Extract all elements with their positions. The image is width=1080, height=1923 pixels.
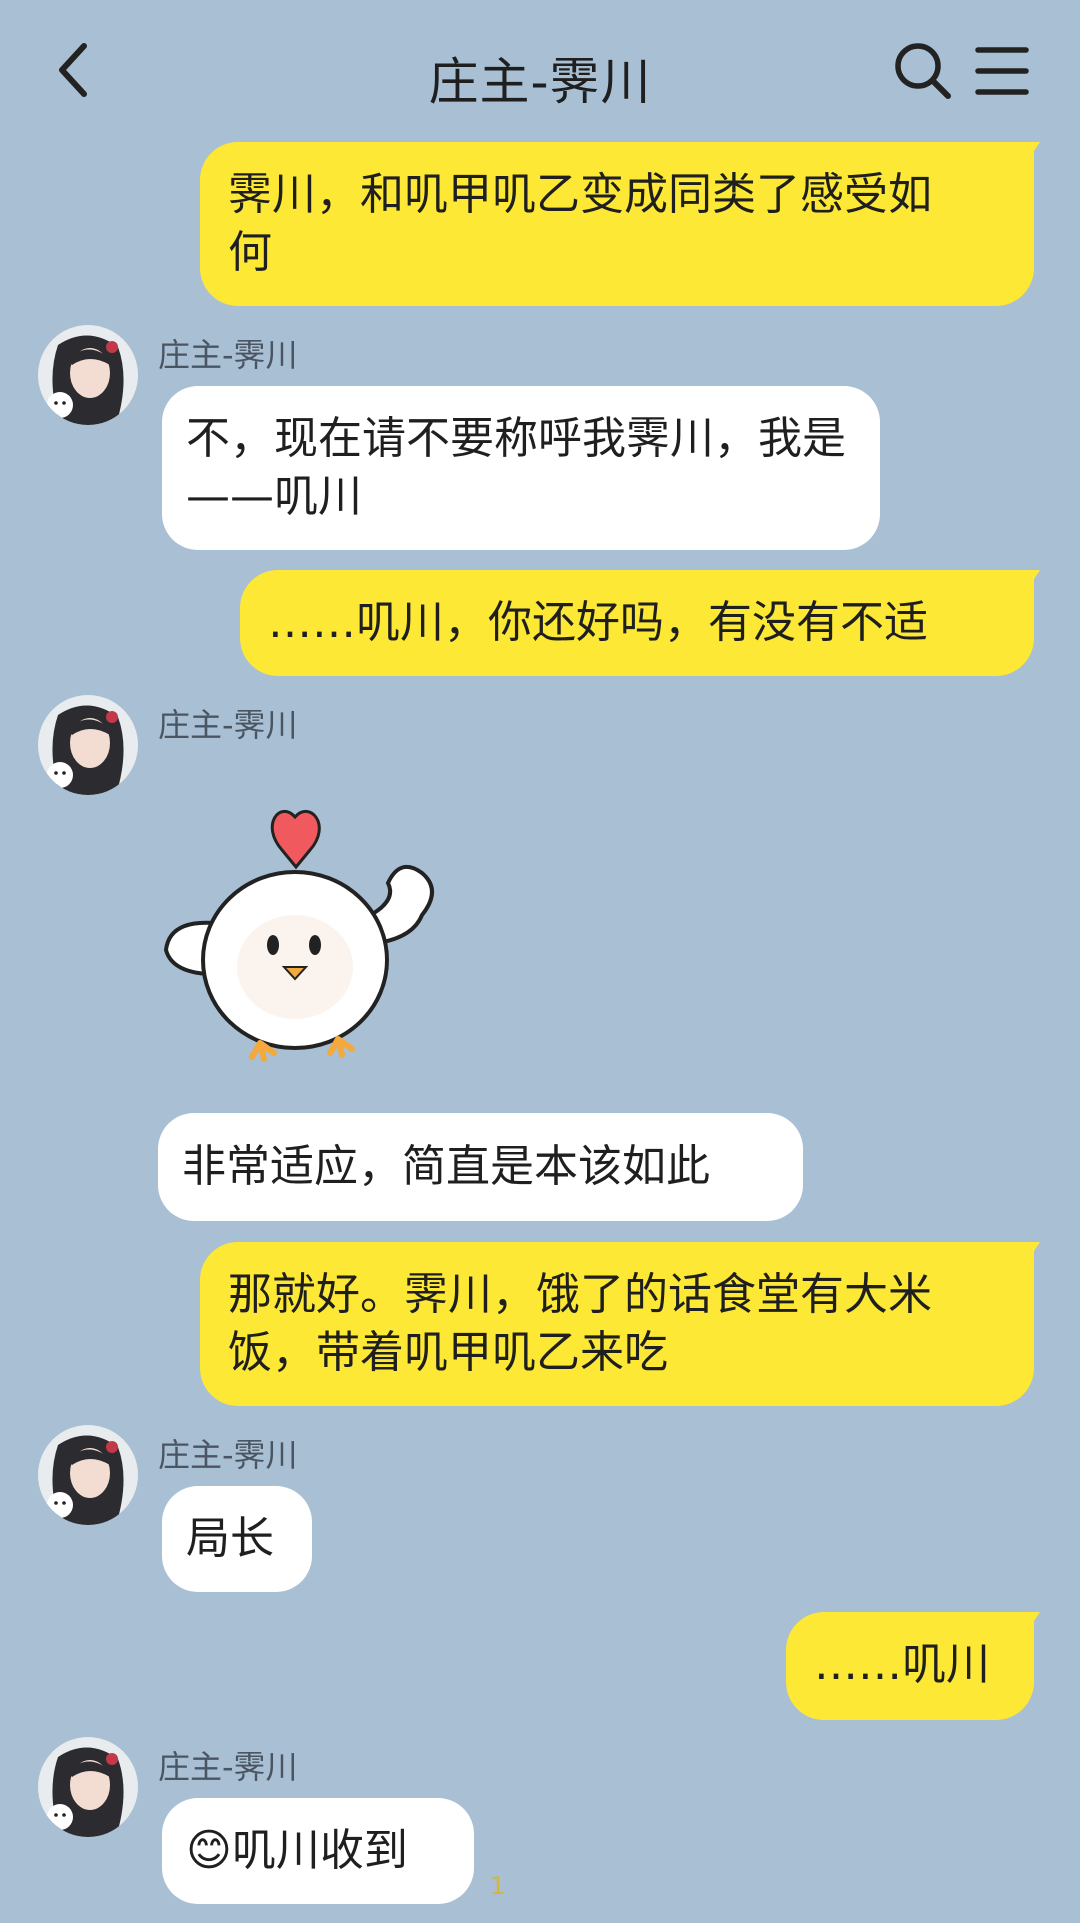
my-message-bubble[interactable]: ……叽川 <box>786 1612 1034 1720</box>
contact-avatar[interactable] <box>38 325 138 425</box>
chat-header: 庄主-霁川 <box>0 0 1080 140</box>
my-message-bubble[interactable]: 那就好。霁川，饿了的话食堂有大米饭，带着叽甲叽乙来吃 <box>200 1242 1034 1406</box>
message-text: ……叽川 <box>814 1639 990 1690</box>
message-text: 局长 <box>186 1513 274 1564</box>
contact-avatar[interactable] <box>38 1737 138 1837</box>
message-text: 霁川，和叽甲叽乙变成同类了感受如何 <box>228 169 932 278</box>
sender-name: 庄主-霁川 <box>158 706 298 744</box>
their-message-bubble[interactable]: 😊叽川收到 <box>162 1798 474 1904</box>
message-text: 非常适应，简直是本该如此 <box>182 1141 710 1192</box>
menu-icon <box>975 47 1029 95</box>
search-icon <box>895 43 951 99</box>
contact-avatar[interactable] <box>38 1425 138 1525</box>
sender-name: 庄主-霁川 <box>158 1748 298 1786</box>
message-text: 那就好。霁川，饿了的话食堂有大米饭，带着叽甲叽乙来吃 <box>228 1269 932 1378</box>
message-text: 不，现在请不要称呼我霁川，我是——叽川 <box>186 413 846 522</box>
sender-name: 庄主-霁川 <box>158 336 298 374</box>
contact-avatar[interactable] <box>38 695 138 795</box>
search-button[interactable] <box>892 40 954 102</box>
read-count: 1 <box>490 1872 506 1900</box>
menu-button[interactable] <box>974 44 1030 98</box>
my-message-bubble[interactable]: ……叽川，你还好吗，有没有不适 <box>240 570 1034 676</box>
their-message-bubble[interactable]: 非常适应，简直是本该如此 <box>158 1113 803 1221</box>
message-text: 😊叽川收到 <box>186 1825 408 1876</box>
their-message-bubble[interactable]: 不，现在请不要称呼我霁川，我是——叽川 <box>162 386 880 550</box>
sender-name: 庄主-霁川 <box>158 1436 298 1474</box>
their-message-bubble[interactable]: 局长 <box>162 1486 312 1592</box>
chick-flexing-sticker[interactable] <box>160 795 500 1065</box>
message-text: ……叽川，你还好吗，有没有不适 <box>268 597 928 648</box>
my-message-bubble[interactable]: 霁川，和叽甲叽乙变成同类了感受如何 <box>200 142 1034 306</box>
